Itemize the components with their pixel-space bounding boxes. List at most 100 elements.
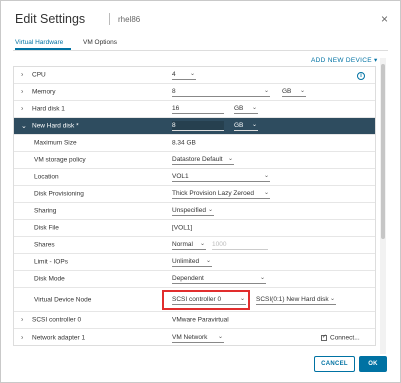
new-hard-disk-label: New Hard disk *	[32, 122, 79, 130]
location-label: Location	[34, 173, 59, 181]
chevron-down-icon: ⌄	[189, 71, 195, 77]
tabs-divider	[13, 50, 388, 51]
chevron-down-icon: ⌄	[263, 88, 269, 94]
network-value: VM Network	[172, 334, 208, 341]
cpu-label: CPU	[32, 71, 46, 79]
add-new-device-button[interactable]: ADD NEW DEVICE ▾	[311, 56, 378, 64]
chevron-down-icon: ⌄	[259, 275, 265, 281]
shares-count: 1000	[212, 241, 227, 248]
sharing-select[interactable]: Unspecified ⌄	[172, 206, 214, 216]
expand-icon[interactable]: ›	[21, 89, 23, 96]
limit-iops-select[interactable]: Unlimited ⌄	[172, 257, 212, 267]
edit-settings-dialog: Edit Settings rhel86 × Virtual Hardware …	[0, 0, 401, 383]
ok-button[interactable]: OK	[359, 356, 387, 372]
connect-label: Connect...	[330, 334, 360, 342]
memory-unit: GB	[282, 88, 292, 95]
connect-checkbox[interactable]	[321, 334, 327, 341]
add-new-device-label: ADD NEW DEVICE	[311, 57, 372, 64]
info-icon[interactable]: i	[357, 72, 365, 80]
row-disk-mode: Disk Mode Dependent ⌄	[14, 271, 375, 288]
row-memory[interactable]: › Memory 8 ⌄ GB ⌄	[14, 84, 375, 101]
memory-value: 8	[172, 88, 176, 95]
new-hard-disk-size-input[interactable]: 8	[172, 121, 224, 131]
disk-file-value: [VOL1]	[172, 224, 193, 232]
row-limit-iops: Limit - IOPs Unlimited ⌄	[14, 254, 375, 271]
row-disk-file: Disk File [VOL1]	[14, 220, 375, 237]
expand-icon[interactable]: ›	[21, 317, 23, 324]
maximum-size-value: 8.34 GB	[172, 139, 196, 147]
row-scsi-controller-0[interactable]: › SCSI controller 0 VMware Paravirtual	[14, 312, 375, 329]
sharing-label: Sharing	[34, 207, 57, 215]
tab-virtual-hardware[interactable]: Virtual Hardware	[15, 39, 63, 46]
chevron-down-icon: ⌄	[263, 190, 269, 196]
chevron-down-icon: ⌄	[217, 334, 223, 340]
maximum-size-label: Maximum Size	[34, 139, 77, 147]
scsi-controller-0-label: SCSI controller 0	[32, 316, 82, 324]
tab-vm-options[interactable]: VM Options	[83, 39, 117, 46]
chevron-down-icon: ⌄	[251, 122, 257, 128]
memory-label: Memory	[32, 88, 56, 96]
chevron-down-icon: ⌄	[205, 258, 211, 264]
expand-icon[interactable]: ›	[21, 72, 23, 79]
network-adapter-1-label: Network adapter 1	[32, 334, 86, 342]
network-select[interactable]: VM Network ⌄	[172, 333, 224, 343]
shares-count-input[interactable]: 1000	[212, 240, 268, 250]
collapse-icon[interactable]: ⌄	[21, 122, 27, 130]
vm-name: rhel86	[118, 15, 141, 24]
hard-disk-1-unit-select[interactable]: GB ⌄	[234, 104, 258, 114]
row-sharing: Sharing Unspecified ⌄	[14, 203, 375, 220]
shares-value: Normal	[172, 241, 193, 248]
scsi-node-select[interactable]: SCSI(0:1) New Hard disk ⌄	[256, 295, 336, 305]
shares-label: Shares	[34, 241, 55, 249]
hard-disk-1-size-input[interactable]: 16	[172, 104, 224, 114]
row-network-adapter-1[interactable]: › Network adapter 1 VM Network ⌄ Connect…	[14, 329, 375, 345]
limit-iops-value: Unlimited	[172, 258, 200, 265]
expand-icon[interactable]: ›	[21, 335, 23, 342]
cpu-select[interactable]: 4 ⌄	[172, 70, 196, 80]
row-new-hard-disk[interactable]: ⌄ New Hard disk * 8 GB ⌄	[14, 118, 375, 135]
scsi-node-value: SCSI(0:1) New Hard disk	[256, 295, 329, 303]
vm-storage-policy-select[interactable]: Datastore Default ⌄	[172, 155, 234, 165]
expand-icon[interactable]: ›	[21, 106, 23, 113]
sharing-value: Unspecified	[172, 207, 206, 214]
vm-storage-policy-value: Datastore Default	[172, 156, 223, 163]
highlight-box	[162, 290, 250, 310]
new-hard-disk-size: 8	[172, 122, 176, 129]
disk-mode-label: Disk Mode	[34, 275, 65, 283]
close-icon[interactable]: ×	[381, 12, 388, 26]
chevron-down-icon: ⌄	[263, 173, 269, 179]
chevron-down-icon: ⌄	[207, 207, 213, 213]
shares-select[interactable]: Normal ⌄	[172, 240, 206, 250]
scsi-controller-0-value: VMware Paravirtual	[172, 316, 229, 324]
scrollbar-thumb[interactable]	[381, 64, 385, 239]
row-location: Location VOL1 ⌄	[14, 169, 375, 186]
chevron-down-icon: ⌄	[227, 156, 233, 162]
row-maximum-size: Maximum Size 8.34 GB	[14, 135, 375, 152]
chevron-down-icon: ⌄	[299, 88, 305, 94]
new-hard-disk-unit: GB	[234, 122, 244, 129]
cpu-value: 4	[172, 71, 176, 78]
disk-provisioning-value: Thick Provision Lazy Zeroed	[172, 190, 255, 197]
hard-disk-1-unit: GB	[234, 105, 244, 112]
row-disk-provisioning: Disk Provisioning Thick Provision Lazy Z…	[14, 186, 375, 203]
hard-disk-1-label: Hard disk 1	[32, 105, 65, 113]
row-hard-disk-1[interactable]: › Hard disk 1 16 GB ⌄	[14, 101, 375, 118]
disk-provisioning-label: Disk Provisioning	[34, 190, 84, 198]
disk-provisioning-select[interactable]: Thick Provision Lazy Zeroed ⌄	[172, 189, 270, 199]
disk-mode-value: Dependent	[172, 275, 204, 282]
title-divider	[109, 13, 110, 25]
cancel-button[interactable]: CANCEL	[314, 356, 355, 372]
chevron-down-icon: ▾	[374, 57, 378, 64]
disk-file-label: Disk File	[34, 224, 59, 232]
location-value: VOL1	[172, 173, 189, 180]
memory-unit-select[interactable]: GB ⌄	[282, 87, 306, 97]
new-hard-disk-unit-select[interactable]: GB ⌄	[234, 121, 258, 131]
row-cpu[interactable]: › CPU 4 ⌄	[14, 67, 375, 84]
dialog-title: Edit Settings	[15, 12, 86, 26]
location-select[interactable]: VOL1 ⌄	[172, 172, 270, 182]
row-vm-storage-policy: VM storage policy Datastore Default ⌄	[14, 152, 375, 169]
row-shares: Shares Normal ⌄ 1000	[14, 237, 375, 254]
memory-input[interactable]: 8 ⌄	[172, 87, 270, 97]
chevron-down-icon: ⌄	[329, 295, 335, 302]
disk-mode-select[interactable]: Dependent ⌄	[172, 274, 266, 284]
